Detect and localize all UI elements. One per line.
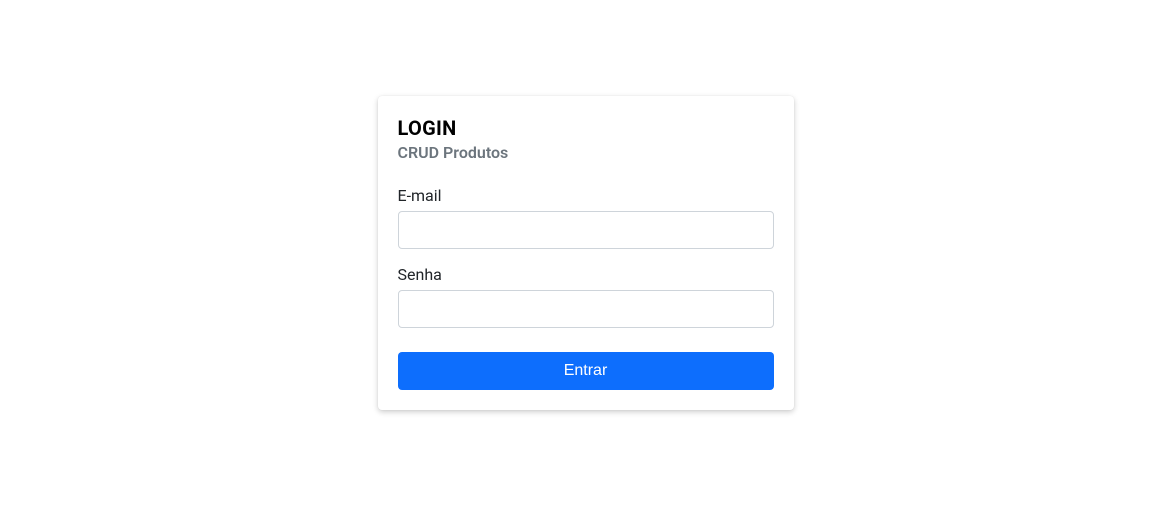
page-subtitle: CRUD Produtos (398, 143, 774, 162)
password-label: Senha (398, 265, 774, 284)
password-field[interactable] (398, 290, 774, 328)
email-label: E-mail (398, 186, 774, 205)
password-group: Senha (398, 265, 774, 328)
login-card: LOGIN CRUD Produtos E-mail Senha Entrar (378, 96, 794, 410)
email-field[interactable] (398, 211, 774, 249)
submit-button[interactable]: Entrar (398, 352, 774, 390)
email-group: E-mail (398, 186, 774, 249)
page-title: LOGIN (398, 116, 774, 140)
